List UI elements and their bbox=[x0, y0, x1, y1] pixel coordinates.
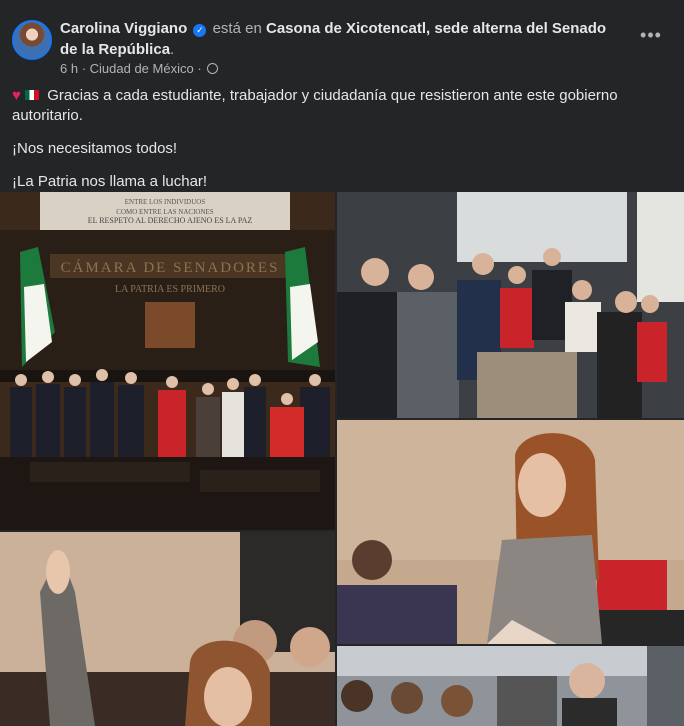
verified-badge-icon: ✓ bbox=[193, 24, 207, 37]
author-name[interactable]: Carolina Viggiano bbox=[60, 20, 187, 37]
post-paragraph-3: ¡La Patria nos llama a luchar! bbox=[12, 173, 208, 190]
post-header: Carolina Viggiano ✓ está en Casona de Xi… bbox=[12, 18, 672, 82]
photo-inscription: LA PATRIA ES PRIMERO bbox=[115, 284, 225, 295]
post-time[interactable]: 6 h bbox=[60, 61, 78, 76]
heart-emoji-icon: ♥ bbox=[12, 87, 21, 104]
svg-text:COMO ENTRE LAS NACIONES: COMO ENTRE LAS NACIONES bbox=[116, 208, 214, 216]
public-globe-icon bbox=[207, 63, 219, 74]
photo-inscription: EL RESPETO AL DERECHO AJENO ES LA PAZ bbox=[88, 216, 253, 225]
author-avatar[interactable] bbox=[12, 20, 52, 60]
facebook-post: Carolina Viggiano ✓ está en Casona de Xi… bbox=[0, 0, 684, 726]
post-paragraph-1: ♥ Gracias a cada estudiante, trabajador … bbox=[12, 86, 652, 126]
photo-hall-meeting[interactable] bbox=[337, 192, 684, 418]
svg-text:ENTRE LOS INDIVIDUOS: ENTRE LOS INDIVIDUOS bbox=[125, 198, 206, 206]
photo-inscription: CÁMARA DE SENADORES bbox=[61, 259, 280, 276]
post-location[interactable]: Ciudad de México bbox=[90, 61, 194, 76]
post-paragraph-2: ¡Nos necesitamos todos! bbox=[12, 140, 178, 157]
photo-audience[interactable] bbox=[337, 646, 684, 726]
post-title-line: Carolina Viggiano ✓ está en Casona de Xi… bbox=[60, 20, 607, 58]
post-meta: 6 h · Ciudad de México · bbox=[60, 61, 219, 76]
post-text: ♥ Gracias a cada estudiante, trabajador … bbox=[12, 86, 652, 205]
paragraph-text: Gracias a cada estudiante, trabajador y … bbox=[12, 87, 618, 124]
photo-raised-hand[interactable] bbox=[0, 532, 335, 726]
checkin-text: está en bbox=[212, 20, 262, 37]
photo-senate-chamber-group[interactable]: ENTRE LOS INDIVIDUOS COMO ENTRE LAS NACI… bbox=[0, 192, 335, 530]
more-options-icon[interactable]: ••• bbox=[638, 24, 664, 50]
mexico-flag-icon bbox=[25, 90, 40, 100]
photo-woman-portrait[interactable] bbox=[337, 420, 684, 644]
